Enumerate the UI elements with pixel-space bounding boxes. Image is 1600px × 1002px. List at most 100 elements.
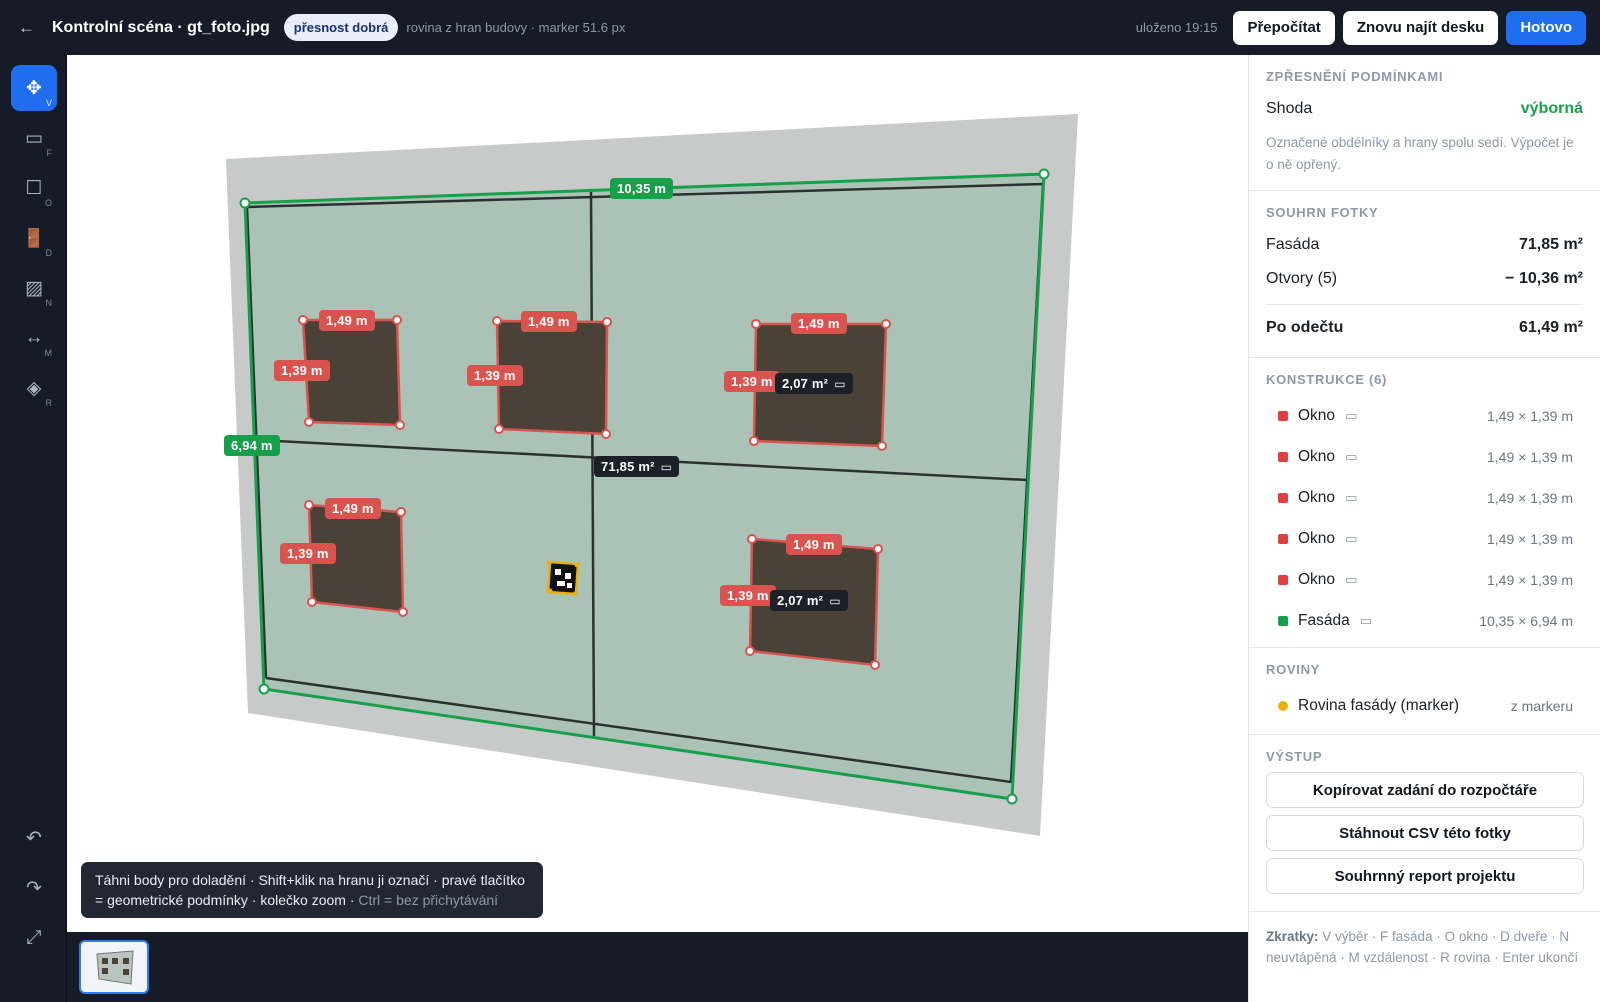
edit-rect-icon: ▭ (660, 460, 673, 474)
photo-filmstrip (67, 932, 1248, 1002)
project-report-button[interactable]: Souhrnný report projektu (1266, 858, 1584, 894)
type-color-dot (1278, 533, 1288, 544)
window-corner-handle[interactable] (298, 315, 308, 325)
summary-divider (1266, 304, 1583, 305)
window-corner-handle[interactable] (392, 315, 402, 325)
help-hint: Táhni body pro doladění · Shift+klik na … (81, 862, 543, 918)
fit-view-button[interactable]: ⤢ (11, 915, 57, 961)
construction-name: Okno (1298, 488, 1336, 506)
window-width-label: 1,49 m (319, 310, 375, 331)
tool-distance[interactable]: ↔ M (11, 315, 57, 361)
window-corner-handle[interactable] (751, 319, 761, 329)
section-heading: VÝSTUP (1266, 749, 1323, 764)
hint-muted: Ctrl = bez přichytávání (358, 892, 499, 908)
thumbnail-image (96, 950, 134, 985)
openings-summary-value: − 10,36 m² (1505, 270, 1583, 287)
window-corner-handle[interactable] (881, 319, 891, 329)
window-corner-handle[interactable] (601, 429, 611, 439)
area-value: 2,07 m² (777, 593, 824, 608)
window-tool-icon: ☐ (25, 177, 43, 199)
facade-corner-handle[interactable] (1038, 168, 1050, 180)
tool-shortcut: F (46, 148, 53, 158)
construction-dims: 1,49 × 1,39 m (1486, 489, 1573, 506)
window-height-label: 1,39 m (724, 371, 780, 392)
tool-move[interactable]: ✥ V (11, 65, 57, 111)
facade-summary-label: Fasáda (1266, 236, 1320, 253)
construction-item[interactable]: Okno ▭ 1,49 × 1,39 m (1266, 477, 1583, 518)
type-color-dot (1278, 615, 1288, 626)
window-corner-handle[interactable] (304, 417, 314, 427)
facade-summary-row: Fasáda 71,85 m² (1266, 228, 1583, 262)
top-bar: ← Kontrolní scéna · gt_foto.jpg přesnost… (0, 0, 1600, 55)
window-corner-handle[interactable] (304, 500, 314, 510)
window-corner-handle[interactable] (398, 607, 408, 617)
calibration-marker[interactable] (546, 560, 580, 597)
facade-corner-handle[interactable] (239, 197, 251, 209)
construction-item[interactable]: Okno ▭ 1,49 × 1,39 m (1266, 436, 1583, 477)
facade-summary-value: 71,85 m² (1518, 236, 1583, 253)
tool-hatch[interactable]: ▨ N (11, 265, 57, 311)
window-corner-handle[interactable] (749, 436, 759, 446)
construction-dims: 1,49 × 1,39 m (1486, 530, 1573, 547)
find-board-button[interactable]: Znovu najít desku (1342, 10, 1499, 45)
door-tool-icon: 🚪 (22, 227, 46, 248)
construction-dims: 1,49 × 1,39 m (1486, 407, 1573, 424)
done-button[interactable]: Hotovo (1506, 10, 1586, 45)
construction-item[interactable]: Okno ▭ 1,49 × 1,39 m (1266, 559, 1583, 600)
move-tool-icon: ✥ (26, 77, 42, 99)
window-corner-handle[interactable] (877, 441, 887, 451)
facade-corner-handle[interactable] (1006, 793, 1018, 805)
window-corner-handle[interactable] (395, 420, 405, 430)
window-corner-handle[interactable] (492, 316, 502, 326)
tool-door[interactable]: 🚪 D (11, 215, 57, 261)
window-corner-handle[interactable] (870, 660, 880, 670)
window-width-label: 1,49 m (325, 498, 381, 519)
tool-shortcut: V (45, 98, 52, 108)
type-color-dot (1278, 410, 1288, 421)
window-corner-handle[interactable] (307, 597, 317, 607)
construction-item[interactable]: Okno ▭ 1,49 × 1,39 m (1266, 395, 1583, 436)
facade-corner-handle[interactable] (258, 683, 270, 695)
window-area-label[interactable]: 2,07 m² ▭ (775, 373, 853, 394)
back-arrow-icon[interactable]: ← (18, 18, 46, 38)
plane-item[interactable]: Rovina fasády (marker) z markeru (1266, 685, 1583, 726)
construction-name: Okno (1298, 406, 1336, 424)
construction-name: Okno (1298, 447, 1336, 465)
window-corner-handle[interactable] (396, 507, 406, 517)
window-corner-handle[interactable] (494, 424, 504, 434)
photo-thumbnail[interactable] (79, 940, 149, 994)
window-corner-handle[interactable] (602, 317, 612, 327)
plane-source: z markeru (1510, 697, 1573, 714)
facade-width-label: 10,35 m (610, 178, 674, 199)
tool-facade[interactable]: ▭ F (11, 115, 57, 161)
total-summary-label: Po odečtu (1266, 319, 1344, 336)
copy-to-budget-button[interactable]: Kopírovat zadání do rozpočtáře (1266, 772, 1584, 808)
construction-item[interactable]: Okno ▭ 1,49 × 1,39 m (1266, 518, 1583, 559)
shortcuts-label: Zkratky: (1266, 929, 1319, 944)
undo-button[interactable]: ↶ (11, 815, 57, 861)
tool-shortcut: D (45, 248, 53, 258)
construction-item[interactable]: Fasáda ▭ 10,35 × 6,94 m (1266, 600, 1583, 641)
download-csv-button[interactable]: Stáhnout CSV této fotky (1266, 815, 1584, 851)
tool-plane[interactable]: ◈ R (11, 365, 57, 411)
match-row: Shoda výborná (1266, 92, 1583, 126)
shortcuts-info: Zkratky: V výběr · F fasáda · O okno · D… (1249, 912, 1600, 982)
redo-button[interactable]: ↷ (11, 865, 57, 911)
type-color-dot (1278, 492, 1288, 503)
edit-rect-icon: ▭ (834, 377, 846, 391)
construction-name: Okno (1298, 570, 1336, 588)
window-corner-handle[interactable] (747, 534, 757, 544)
tool-shortcut: N (45, 298, 53, 308)
recalculate-button[interactable]: Přepočítat (1233, 10, 1335, 45)
window-corner-handle[interactable] (745, 646, 755, 656)
plane-name: Rovina fasády (marker) (1298, 696, 1460, 714)
saved-status: uloženo 19:15 (1135, 20, 1218, 35)
tool-window[interactable]: ☐ O (11, 165, 57, 211)
window-area-label[interactable]: 2,07 m² ▭ (770, 590, 848, 611)
facade-area-label[interactable]: 71,85 m² ▭ (594, 456, 680, 477)
fit-view-icon: ⤢ (26, 927, 42, 948)
area-value: 2,07 m² (782, 376, 829, 391)
window-corner-handle[interactable] (873, 544, 883, 554)
photo-canvas[interactable]: 10,35 m 6,94 m 71,85 m² ▭ 1,49 m 1,39 m 1… (67, 55, 1248, 932)
plane-color-dot (1278, 700, 1288, 711)
